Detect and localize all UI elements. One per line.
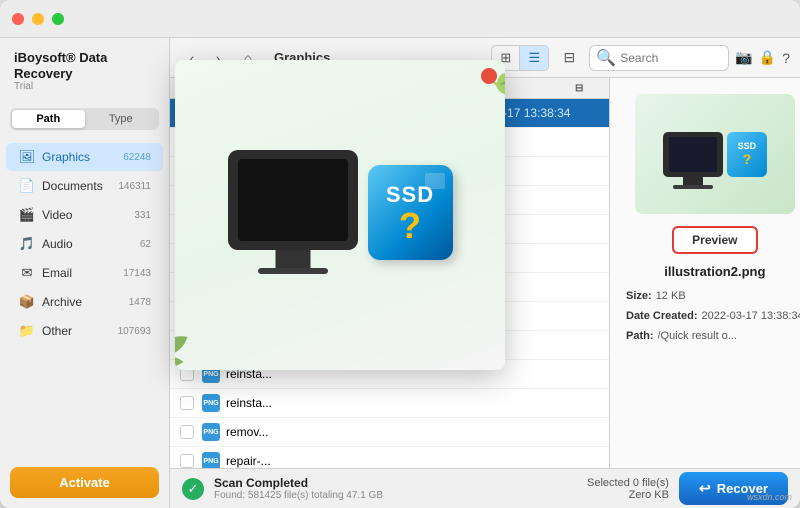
sidebar-item-email[interactable]: ✉ Email 17143 xyxy=(6,259,163,287)
documents-icon: 📄 xyxy=(18,177,36,195)
sidebar-item-graphics[interactable]: 🖼 Graphics 62248 xyxy=(6,143,163,171)
archive-icon: 📦 xyxy=(18,293,36,311)
large-mac-body xyxy=(228,150,358,250)
sidebar-item-label: Audio xyxy=(42,237,140,251)
selected-size: Zero KB xyxy=(587,489,669,501)
file-checkbox[interactable] xyxy=(180,454,194,468)
recover-icon: ↩ xyxy=(699,480,711,497)
maximize-button[interactable] xyxy=(52,13,64,25)
other-icon: 📁 xyxy=(18,322,36,340)
ssd-icon: SSD ? xyxy=(727,132,767,177)
sidebar-item-other[interactable]: 📁 Other 107693 xyxy=(6,317,163,345)
large-mac-screen xyxy=(238,159,348,241)
activate-button[interactable]: Activate xyxy=(10,467,159,498)
app-subtitle: Trial xyxy=(14,81,155,92)
sort-icon: ⊟ xyxy=(575,83,583,94)
path-toggle[interactable]: Path xyxy=(12,110,85,128)
app-window: iBoysoft® Data Recovery Trial Path Type … xyxy=(0,0,800,508)
selected-files: Selected 0 file(s) xyxy=(587,477,669,489)
preview-thumbnail: SSD ? xyxy=(635,94,795,214)
scan-detail: Found: 581425 file(s) totaling 47.1 GB xyxy=(214,490,383,501)
scan-status: Scan Completed Found: 581425 file(s) tot… xyxy=(214,476,383,501)
email-icon: ✉ xyxy=(18,264,36,282)
sidebar-item-count: 1478 xyxy=(129,297,151,308)
leaf-decoration-bottomleft: 🌿 xyxy=(175,326,192,370)
sidebar-items: 🖼 Graphics 62248 📄 Documents 146311 🎬 Vi… xyxy=(0,138,169,457)
file-name: reinsta... xyxy=(226,396,379,410)
date-value: 2022-03-17 13:38:34 xyxy=(702,307,800,327)
sidebar-item-label: Email xyxy=(42,266,123,280)
leaf-decoration-topleft: 🌿 xyxy=(175,60,188,101)
video-icon: 🎬 xyxy=(18,206,36,224)
sidebar-item-count: 146311 xyxy=(118,181,151,192)
date-label: Date Created: xyxy=(626,307,698,327)
preview-thumb-inner: SSD ? xyxy=(635,94,795,214)
sidebar-item-label: Documents xyxy=(42,179,118,193)
filter-button[interactable]: ⊟ xyxy=(555,44,583,72)
sidebar-item-archive[interactable]: 📦 Archive 1478 xyxy=(6,288,163,316)
large-mac-scene: SSD ? xyxy=(228,150,453,280)
file-checkbox[interactable] xyxy=(180,396,194,410)
sidebar-item-label: Video xyxy=(42,208,134,222)
illustration-background: 🌿 🍃 🌿 SSD ? xyxy=(175,60,505,370)
search-box: 🔍 xyxy=(589,45,729,71)
selected-info: Selected 0 file(s) Zero KB xyxy=(587,477,669,501)
overlay-preview: 🌿 🍃 🌿 SSD ? xyxy=(175,60,505,370)
preview-meta: Size: 12 KB Date Created: 2022-03-17 13:… xyxy=(626,287,800,346)
search-icon: 🔍 xyxy=(596,48,616,68)
sidebar-item-label: Other xyxy=(42,324,118,338)
sidebar-item-video[interactable]: 🎬 Video 331 xyxy=(6,201,163,229)
size-value: 12 KB xyxy=(656,287,686,307)
file-type-icon: PNG xyxy=(202,452,220,468)
sidebar-item-count: 107693 xyxy=(118,326,151,337)
overlay-close-button[interactable] xyxy=(481,68,497,84)
app-title: iBoysoft® Data Recovery xyxy=(14,50,155,81)
file-type-icon: PNG xyxy=(202,423,220,441)
sidebar-footer: Activate xyxy=(0,457,169,508)
scan-title: Scan Completed xyxy=(214,476,383,490)
file-name: repair-... xyxy=(226,454,379,468)
scan-complete-icon: ✓ xyxy=(182,478,204,500)
preview-panel: SSD ? Preview illustration2.png Size: 12… xyxy=(610,78,800,468)
preview-button[interactable]: Preview xyxy=(672,226,757,254)
close-button[interactable] xyxy=(12,13,24,25)
preview-filename: illustration2.png xyxy=(664,264,765,279)
camera-button[interactable]: 📷 xyxy=(735,49,752,66)
path-type-toggle: Path Type xyxy=(10,108,159,130)
titlebar xyxy=(0,0,800,38)
sidebar-item-documents[interactable]: 📄 Documents 146311 xyxy=(6,172,163,200)
type-toggle[interactable]: Type xyxy=(85,110,158,128)
mini-mac-illustration: SSD ? xyxy=(663,132,767,177)
status-bar: ✓ Scan Completed Found: 581425 file(s) t… xyxy=(170,468,800,508)
path-value: /Quick result o... xyxy=(658,327,737,347)
sidebar-item-audio[interactable]: 🎵 Audio 62 xyxy=(6,230,163,258)
info-button[interactable]: 🔒 xyxy=(759,49,776,66)
list-view-button[interactable]: ☰ xyxy=(520,46,548,70)
watermark: wsxdn.com xyxy=(747,492,792,502)
size-label: Size: xyxy=(626,287,652,307)
sidebar-item-count: 62248 xyxy=(123,152,151,163)
file-name: remov... xyxy=(226,425,379,439)
sidebar-item-count: 331 xyxy=(134,210,151,221)
sidebar-item-label: Graphics xyxy=(42,150,123,164)
sidebar-item-count: 62 xyxy=(140,239,151,250)
file-checkbox[interactable] xyxy=(180,425,194,439)
path-label: Path: xyxy=(626,327,654,347)
table-row[interactable]: PNG repair-... xyxy=(170,447,609,468)
sidebar-header: iBoysoft® Data Recovery Trial xyxy=(0,38,169,100)
graphics-icon: 🖼 xyxy=(18,148,36,166)
minimize-button[interactable] xyxy=(32,13,44,25)
sidebar-item-count: 17143 xyxy=(123,268,151,279)
audio-icon: 🎵 xyxy=(18,235,36,253)
large-ssd-icon: SSD ? xyxy=(368,165,453,260)
table-row[interactable]: PNG reinsta... xyxy=(170,389,609,418)
sidebar: iBoysoft® Data Recovery Trial Path Type … xyxy=(0,38,170,508)
file-type-icon: PNG xyxy=(202,394,220,412)
sidebar-item-label: Archive xyxy=(42,295,129,309)
table-row[interactable]: PNG remov... xyxy=(170,418,609,447)
help-button[interactable]: ? xyxy=(782,50,790,66)
